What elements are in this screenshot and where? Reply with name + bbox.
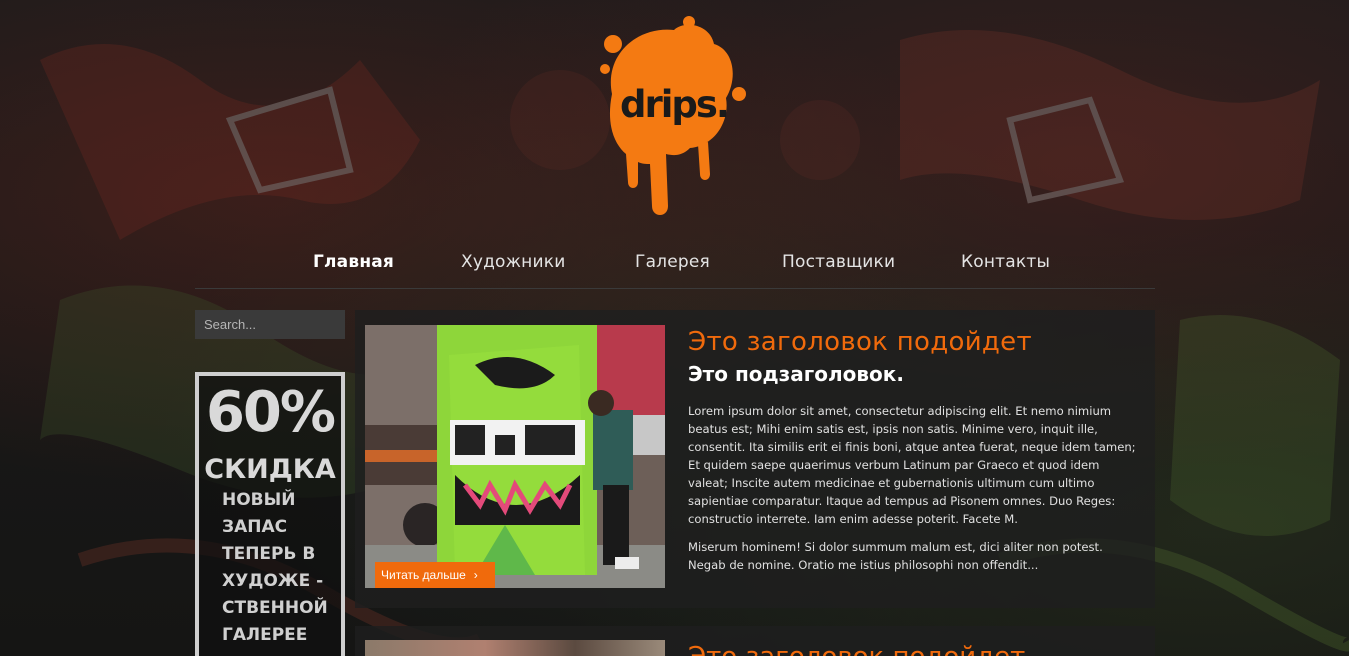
promo-line: ГАЛЕРЕЕ xyxy=(222,625,308,645)
drips-logo[interactable]: drips. xyxy=(598,14,750,220)
promo-line: СТВЕННОЙ xyxy=(222,598,328,618)
article-title[interactable]: Это заголовок подойдет xyxy=(688,327,1032,357)
nav-item-contacts[interactable]: Контакты xyxy=(961,252,1050,272)
nav-item-home[interactable]: Главная xyxy=(313,252,394,272)
chevron-right-icon: › xyxy=(473,568,478,582)
promo-line: ТЕПЕРЬ В xyxy=(222,544,316,564)
promo-percent: 60% xyxy=(205,380,336,445)
article-title[interactable]: Это заголовок подойдет xyxy=(688,642,1025,656)
promo-line: ЗАПАС xyxy=(222,517,288,537)
nav-item-gallery[interactable]: Галерея xyxy=(635,252,710,272)
read-more-button[interactable]: Читать дальше › xyxy=(375,562,495,588)
main-navigation: Главная Художники Галерея Поставщики Кон… xyxy=(195,248,1155,289)
article-card: Читать дальше › Это заголовок подойдет Эт… xyxy=(355,310,1155,608)
article-body: Lorem ipsum dolor sit amet, consectetur … xyxy=(688,402,1140,584)
article-paragraph: Lorem ipsum dolor sit amet, consectetur … xyxy=(688,404,1136,526)
article-paragraph: Miserum hominem! Si dolor summum malum e… xyxy=(688,540,1103,572)
article-card: Это заголовок подойдет xyxy=(355,626,1155,656)
logo-text: drips. xyxy=(620,83,728,126)
nav-item-suppliers[interactable]: Поставщики xyxy=(782,252,895,272)
promo-line: ХУДОЖЕ - xyxy=(222,571,324,591)
search-input[interactable] xyxy=(195,310,345,339)
nav-item-artists[interactable]: Художники xyxy=(461,252,565,272)
article-image[interactable] xyxy=(365,640,665,656)
promo-title: СКИДКА xyxy=(204,454,336,485)
promo-line: НОВЫЙ xyxy=(222,490,296,510)
read-more-label: Читать дальше xyxy=(381,568,466,582)
article-subtitle: Это подзаголовок. xyxy=(688,362,904,386)
discount-promo-banner[interactable]: 60% СКИДКА НОВЫЙ ЗАПАС ТЕПЕРЬ В ХУДОЖЕ -… xyxy=(195,372,345,656)
graffiti-photo xyxy=(365,325,665,588)
article-image[interactable]: Читать дальше › xyxy=(365,325,665,588)
page: drips. Главная Художники Галерея Поставщ… xyxy=(0,0,1349,656)
